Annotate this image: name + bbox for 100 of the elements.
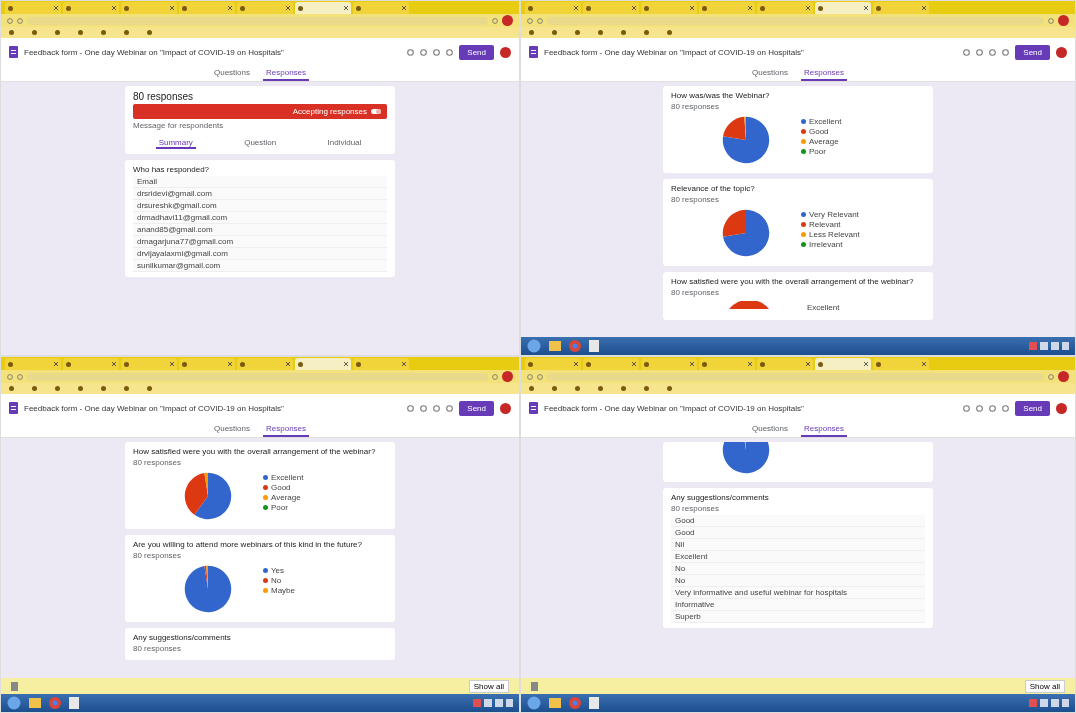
browser-tab[interactable] — [295, 2, 351, 14]
bookmark-icon[interactable] — [621, 386, 626, 391]
bookmark-icon[interactable] — [552, 30, 557, 35]
toggle-switch[interactable] — [371, 109, 381, 114]
chrome-icon[interactable] — [49, 697, 61, 709]
avatar-icon[interactable] — [1058, 15, 1069, 26]
bookmark-icon[interactable] — [147, 386, 152, 391]
close-icon[interactable] — [54, 6, 58, 10]
bookmark-icon[interactable] — [667, 30, 672, 35]
avatar-icon[interactable] — [1056, 402, 1067, 414]
bookmark-icon[interactable] — [644, 386, 649, 391]
close-icon[interactable] — [690, 6, 694, 10]
close-icon[interactable] — [170, 6, 174, 10]
close-icon[interactable] — [574, 362, 578, 366]
close-icon[interactable] — [286, 362, 290, 366]
close-icon[interactable] — [402, 6, 406, 10]
bookmark-icon[interactable] — [667, 386, 672, 391]
browser-tab[interactable] — [525, 2, 581, 14]
browser-tab[interactable] — [873, 358, 929, 370]
browser-tab[interactable] — [121, 2, 177, 14]
avatar-icon[interactable] — [500, 46, 511, 58]
start-icon[interactable] — [527, 696, 541, 710]
bookmark-icon[interactable] — [101, 30, 106, 35]
browser-tab[interactable] — [583, 2, 639, 14]
avatar-icon[interactable] — [500, 402, 511, 414]
response-tab[interactable]: Summary — [155, 138, 196, 149]
close-icon[interactable] — [170, 362, 174, 366]
browser-tab[interactable] — [641, 2, 697, 14]
browser-tab[interactable] — [525, 358, 581, 370]
bookmark-icon[interactable] — [529, 30, 534, 35]
bookmark-icon[interactable] — [529, 386, 534, 391]
bookmark-icon[interactable] — [55, 386, 60, 391]
close-icon[interactable] — [632, 6, 636, 10]
avatar-icon[interactable] — [1056, 46, 1067, 58]
close-icon[interactable] — [864, 6, 868, 10]
browser-tab[interactable] — [179, 2, 235, 14]
browser-tab[interactable] — [699, 358, 755, 370]
avatar-icon[interactable] — [1058, 371, 1069, 382]
response-tab[interactable]: Individual — [324, 138, 365, 149]
bookmark-icon[interactable] — [575, 386, 580, 391]
form-tab[interactable]: Questions — [210, 66, 253, 81]
browser-tab[interactable] — [295, 358, 351, 370]
form-tab[interactable]: Questions — [748, 422, 791, 437]
close-icon[interactable] — [806, 6, 810, 10]
browser-tab[interactable] — [583, 358, 639, 370]
bookmark-icon[interactable] — [124, 30, 129, 35]
close-icon[interactable] — [632, 362, 636, 366]
close-icon[interactable] — [690, 362, 694, 366]
bookmark-icon[interactable] — [644, 30, 649, 35]
close-icon[interactable] — [922, 6, 926, 10]
send-button[interactable]: Send — [459, 400, 494, 416]
start-icon[interactable] — [7, 696, 21, 710]
send-button[interactable]: Send — [1015, 44, 1050, 60]
chrome-icon[interactable] — [569, 697, 581, 709]
show-all-button[interactable]: Show all — [468, 679, 509, 693]
bookmark-icon[interactable] — [101, 386, 106, 391]
browser-tab[interactable] — [237, 2, 293, 14]
browser-tab[interactable] — [873, 2, 929, 14]
browser-tab[interactable] — [757, 2, 813, 14]
browser-tab[interactable] — [699, 2, 755, 14]
close-icon[interactable] — [112, 6, 116, 10]
browser-tab[interactable] — [121, 358, 177, 370]
close-icon[interactable] — [54, 362, 58, 366]
response-tab[interactable]: Question — [241, 138, 280, 149]
close-icon[interactable] — [574, 6, 578, 10]
close-icon[interactable] — [806, 362, 810, 366]
file-icon[interactable] — [11, 681, 18, 691]
file-icon[interactable] — [531, 681, 538, 691]
browser-tab[interactable] — [353, 358, 409, 370]
browser-tab[interactable] — [815, 2, 871, 14]
close-icon[interactable] — [286, 6, 290, 10]
browser-tab[interactable] — [353, 2, 409, 14]
form-tab[interactable]: Questions — [748, 66, 791, 81]
close-icon[interactable] — [112, 362, 116, 366]
send-button[interactable]: Send — [459, 44, 494, 60]
bookmark-icon[interactable] — [78, 386, 83, 391]
browser-tab[interactable] — [179, 358, 235, 370]
close-icon[interactable] — [228, 6, 232, 10]
bookmark-icon[interactable] — [598, 386, 603, 391]
browser-tab[interactable] — [237, 358, 293, 370]
start-icon[interactable] — [527, 339, 541, 353]
bookmark-icon[interactable] — [147, 30, 152, 35]
bookmark-icon[interactable] — [552, 386, 557, 391]
avatar-icon[interactable] — [502, 371, 513, 382]
avatar-icon[interactable] — [502, 15, 513, 26]
bookmark-icon[interactable] — [9, 386, 14, 391]
bookmark-icon[interactable] — [32, 30, 37, 35]
close-icon[interactable] — [748, 6, 752, 10]
browser-tab[interactable] — [63, 358, 119, 370]
form-tab[interactable]: Questions — [210, 422, 253, 437]
close-icon[interactable] — [344, 6, 348, 10]
browser-tab[interactable] — [757, 358, 813, 370]
send-button[interactable]: Send — [1015, 400, 1050, 416]
chrome-icon[interactable] — [569, 340, 581, 352]
browser-tab[interactable] — [641, 358, 697, 370]
close-icon[interactable] — [344, 362, 348, 366]
close-icon[interactable] — [228, 362, 232, 366]
bookmark-icon[interactable] — [78, 30, 83, 35]
bookmark-icon[interactable] — [9, 30, 14, 35]
browser-tab[interactable] — [63, 2, 119, 14]
